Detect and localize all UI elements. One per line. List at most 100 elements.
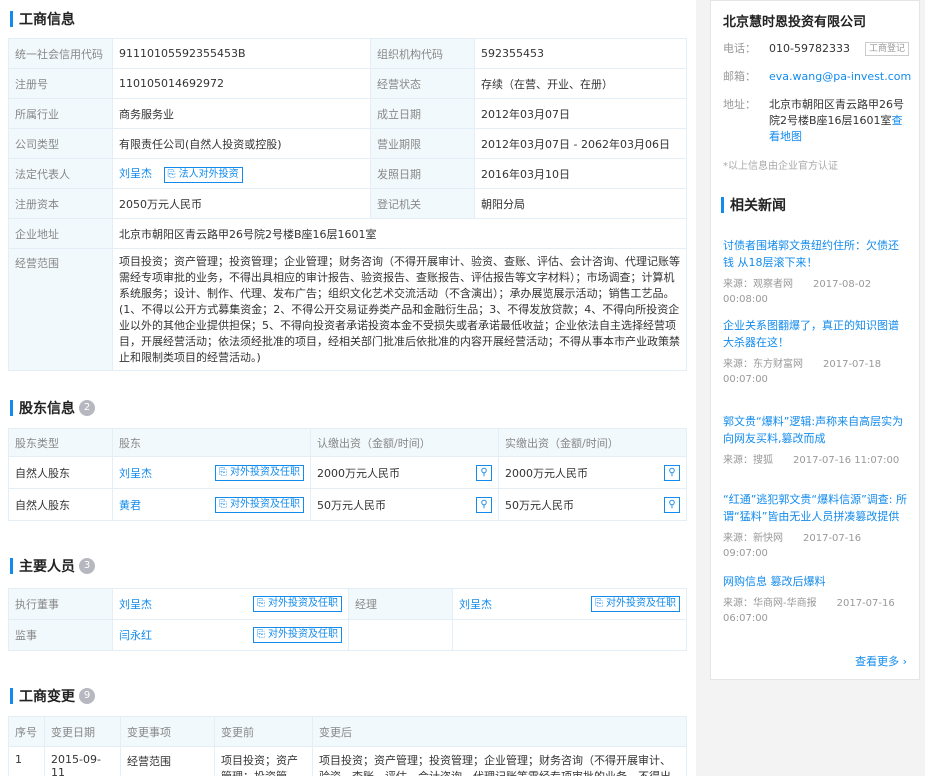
legal-rep-link[interactable]: 刘呈杰: [119, 167, 152, 180]
news-meta: 来源：华商网-华商报 2017-07-16 06:07:00: [723, 598, 895, 624]
subscribed-cell: 2000万元人民币 ⚲: [310, 456, 499, 489]
label-capital: 注册资本: [8, 188, 113, 219]
main-panel: 工商信息 统一社会信用代码 91110105592355453B 组织机构代码 …: [0, 0, 696, 776]
col-header: 序号: [8, 716, 45, 747]
shareholder-link[interactable]: 刘呈杰: [119, 467, 152, 480]
section-title-text: 工商信息: [19, 12, 75, 28]
col-header: 认缴出资（金额/时间）: [310, 428, 499, 457]
shareholder-type: 自然人股东: [8, 488, 113, 521]
person-link[interactable]: 闫永红: [119, 629, 152, 642]
shareholder-link[interactable]: 黄君: [119, 499, 141, 512]
table-row: 注册资本 2050万元人民币 登记机关 朝阳分局: [8, 188, 687, 219]
phone-value: 010-59782333: [769, 42, 850, 55]
value-capital: 2050万元人民币: [112, 188, 371, 219]
col-header: 实缴出资（金额/时间）: [498, 428, 687, 457]
table-row: 公司类型 有限责任公司(自然人投资或控股) 营业期限 2012年03月07日 -…: [8, 128, 687, 159]
news-item[interactable]: 企业关系图翻爆了，真正的知识图谱大杀器在这！ 来源：东方财富网 2017-07-…: [723, 317, 909, 387]
search-icon[interactable]: ⚲: [664, 464, 680, 481]
news-headline[interactable]: 企业关系图翻爆了，真正的知识图谱大杀器在这！: [723, 317, 909, 351]
news-headline[interactable]: “红通”逃犯郭文贵“爆料信源”调查: 所谓“猛料”皆由无业人员拼凑篡改提供: [723, 491, 909, 525]
news-headline[interactable]: 网购信息 篡改后爆料: [723, 573, 909, 590]
change-no: 1: [8, 746, 45, 776]
count-badge: 2: [79, 400, 95, 416]
count-badge: 9: [79, 688, 95, 704]
change-after: 项目投资；资产管理；投资管理；企业管理；财务咨询（不得开展审计、验资、查账、评估…: [312, 746, 687, 776]
invest-position-label: 对外投资及任职: [268, 598, 338, 609]
section-bar: [10, 400, 13, 416]
people-table: 执行董事 刘呈杰 ⎘ 对外投资及任职 经理 刘呈杰 ⎘ 对外投资及任职 监事 闫…: [8, 588, 687, 651]
email-link[interactable]: eva.wang@pa-invest.com: [769, 70, 911, 83]
legal-rep-invest-button[interactable]: ⎘ 法人对外投资: [163, 166, 243, 183]
section-title-changes: 工商变更 9: [10, 686, 95, 706]
table-row: 执行董事 刘呈杰 ⎘ 对外投资及任职 经理 刘呈杰 ⎘ 对外投资及任职: [8, 588, 687, 620]
invest-position-button[interactable]: ⎘ 对外投资及任职: [590, 596, 680, 612]
news-item[interactable]: 网购信息 篡改后爆料 来源：华商网-华商报 2017-07-16 06:07:0…: [723, 573, 909, 626]
shareholder-type: 自然人股东: [8, 456, 113, 489]
paid-cell: 2000万元人民币 ⚲: [498, 456, 687, 489]
subscribed-cell: 50万元人民币 ⚲: [310, 488, 499, 521]
phone-label: 电话：: [723, 42, 756, 55]
table-row: 所属行业 商务服务业 成立日期 2012年03月07日: [8, 98, 687, 129]
table-row: 经营范围 项目投资；资产管理；投资管理；企业管理；财务咨询（不得开展审计、验资、…: [8, 248, 687, 371]
invest-position-button[interactable]: ⎘ 对外投资及任职: [214, 496, 304, 513]
value-org-code: 592355453: [474, 38, 687, 69]
table-row: 监事 闫永红 ⎘ 对外投资及任职: [8, 619, 687, 651]
invest-position-label: 对外投资及任职: [606, 598, 676, 609]
col-header: 变更前: [214, 716, 313, 747]
invest-position-button[interactable]: ⎘ 对外投资及任职: [214, 464, 304, 481]
news-title-text: 相关新闻: [730, 198, 786, 214]
section-title-text: 主要人员: [19, 559, 75, 575]
invest-position-button[interactable]: ⎘ 对外投资及任职: [252, 596, 342, 612]
person-link[interactable]: 刘呈杰: [119, 598, 152, 611]
label-company-type: 公司类型: [8, 128, 113, 159]
value-reg-authority: 朝阳分局: [474, 188, 687, 219]
col-header: 变更后: [312, 716, 687, 747]
invest-position-label: 对外投资及任职: [230, 466, 300, 478]
section-title-text: 股东信息: [19, 401, 75, 417]
company-name: 北京慧时恩投资有限公司: [723, 15, 867, 30]
label-org-code: 组织机构代码: [370, 38, 475, 69]
section-title-people: 主要人员 3: [10, 556, 95, 576]
invest-position-button[interactable]: ⎘ 对外投资及任职: [252, 627, 342, 643]
section-title-basic: 工商信息: [10, 9, 75, 29]
col-header: 变更事项: [120, 716, 215, 747]
shareholder-cell: 黄君 ⎘ 对外投资及任职: [112, 488, 311, 521]
value-term: 2012年03月07日 - 2062年03月06日: [474, 128, 687, 159]
col-header: 股东: [112, 428, 311, 457]
label-legal-rep: 法定代表人: [8, 158, 113, 189]
news-item[interactable]: “红通”逃犯郭文贵“爆料信源”调查: 所谓“猛料”皆由无业人员拼凑篡改提供 来源…: [723, 491, 909, 561]
label-credit-code: 统一社会信用代码: [8, 38, 113, 69]
value-legal-rep: 刘呈杰 ⎘ 法人对外投资: [112, 158, 371, 189]
empty-cell: [452, 619, 687, 651]
view-more-link[interactable]: 查看更多 ›: [855, 653, 907, 669]
paid-cell: 50万元人民币 ⚲: [498, 488, 687, 521]
person-cell: 刘呈杰 ⎘ 对外投资及任职: [112, 588, 349, 620]
invest-position-label: 对外投资及任职: [230, 498, 300, 510]
col-header: 股东类型: [8, 428, 113, 457]
search-icon[interactable]: ⚲: [664, 496, 680, 513]
news-item[interactable]: 郭文贵“爆料”逻辑:声称来自高层实为向网友买料,篡改而成 来源：搜狐 2017-…: [723, 413, 909, 468]
news-meta: 来源：观察者网 2017-08-02 00:08:00: [723, 279, 872, 305]
person-link[interactable]: 刘呈杰: [459, 598, 492, 611]
label-scope: 经营范围: [8, 248, 113, 371]
value-status: 存续（在营、开业、在册）: [474, 68, 687, 99]
label-status: 经营状态: [370, 68, 475, 99]
verify-note: *以上信息由企业官方认证: [723, 161, 838, 172]
value-reg-no: 110105014692972: [112, 68, 371, 99]
export-icon: ⎘: [256, 629, 265, 640]
email-label: 邮箱：: [723, 70, 756, 83]
label-address: 企业地址: [8, 218, 113, 249]
address-label: 地址：: [723, 98, 756, 111]
address-block: 北京市朝阳区青云路甲26号院2号楼B座16层1601室查看地图: [769, 97, 911, 145]
news-headline[interactable]: 郭文贵“爆料”逻辑:声称来自高层实为向网友买料,篡改而成: [723, 413, 909, 447]
legal-rep-invest-label: 法人对外投资: [178, 168, 239, 180]
label-industry: 所属行业: [8, 98, 113, 129]
news-headline[interactable]: 讨债者围堵郭文贵纽约住所：欠债还钱 从18层滚下来！: [723, 237, 909, 271]
news-item[interactable]: 讨债者围堵郭文贵纽约住所：欠债还钱 从18层滚下来！ 来源：观察者网 2017-…: [723, 237, 909, 307]
search-icon[interactable]: ⚲: [476, 496, 492, 513]
table-row: 统一社会信用代码 91110105592355453B 组织机构代码 59235…: [8, 38, 687, 69]
person-role: 监事: [8, 619, 113, 651]
change-date: 2015-09-11: [44, 746, 121, 776]
section-title-text: 工商变更: [19, 689, 75, 705]
search-icon[interactable]: ⚲: [476, 464, 492, 481]
